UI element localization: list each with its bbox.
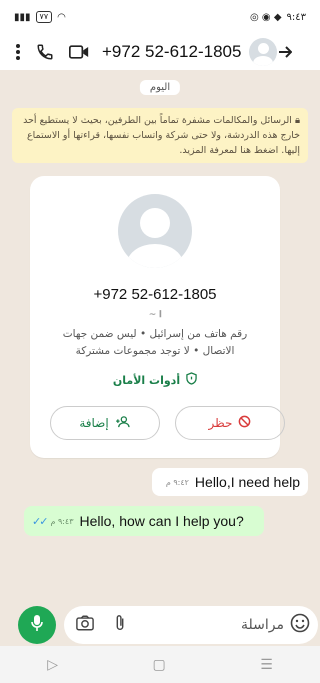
encryption-notice-text: الرسائل والمكالمات مشفرة تماماً بين الطر…	[23, 115, 300, 156]
status-right: ◎ ◉ ◆ ٩:٤٣	[250, 12, 306, 23]
contact-phone-title[interactable]: +972 52-612-1805	[102, 42, 241, 62]
notification-icons: ◎ ◉ ◆	[250, 11, 282, 23]
encryption-notice[interactable]: 🔒︎ الرسائل والمكالمات مشفرة تماماً بين ا…	[12, 108, 308, 163]
double-check-icon: ✓✓	[32, 514, 49, 528]
contact-info: رقم هاتف من إسرائيل • ليس ضمن جهات الاتص…	[62, 328, 248, 357]
message-input[interactable]: مراسلة	[126, 617, 284, 633]
block-icon	[238, 415, 251, 431]
video-icon[interactable]	[62, 44, 96, 60]
contact-number: +972 52-612-1805	[93, 286, 217, 303]
avatar-body	[253, 56, 274, 66]
add-person-icon	[115, 415, 131, 431]
system-nav-bar: ▷ ▢ ☰	[0, 646, 320, 683]
more-vert-icon[interactable]	[8, 44, 28, 60]
safety-tools-label: أدوات الأمان	[112, 373, 181, 387]
shield-icon	[186, 372, 197, 388]
chat-area[interactable]: اليوم 🔒︎ الرسائل والمكالمات مشفرة تماماً…	[0, 70, 320, 600]
nav-recents-icon[interactable]: ☰	[260, 657, 273, 673]
nav-back-icon[interactable]: ▷	[47, 657, 58, 673]
signal-icon: ▮▮▮	[14, 11, 31, 23]
attach-icon[interactable]	[114, 614, 126, 636]
add-label: إضافة	[79, 416, 109, 430]
message-input-box[interactable]: مراسلة	[64, 606, 318, 644]
avatar-head	[257, 43, 269, 54]
message-incoming[interactable]: ٩:٤٢ م Hello,I need help	[152, 468, 308, 496]
back-arrow-icon[interactable]	[277, 45, 293, 59]
avatar-head	[140, 208, 170, 238]
status-bar: ▮▮▮ ٧٧ ◠ ◎ ◉ ◆ ٩:٤٣	[0, 0, 320, 34]
chat-header: +972 52-612-1805	[0, 34, 320, 70]
contact-info-card: +972 52-612-1805 ~ 𝄂 رقم هاتف من إسرائيل…	[30, 176, 285, 458]
status-time: ٩:٤٣	[286, 11, 306, 23]
contact-avatar[interactable]	[249, 38, 278, 66]
message-composer: مراسلة	[0, 600, 320, 646]
status-left: ▮▮▮ ٧٧ ◠	[14, 11, 66, 23]
mic-button[interactable]	[18, 606, 56, 644]
message-time: ٩:٤٢ م	[165, 477, 189, 487]
add-contact-button[interactable]: إضافة	[50, 406, 160, 440]
lock-icon: 🔒︎	[294, 115, 300, 126]
message-outgoing[interactable]: ✓✓ ٩:٤٣ م Hello, how can I help you?	[24, 506, 264, 536]
wifi-icon: ◠	[57, 11, 66, 23]
camera-icon[interactable]	[76, 615, 94, 635]
avatar-body	[127, 244, 183, 268]
contact-avatar-large	[118, 194, 192, 268]
phone-icon[interactable]	[28, 43, 62, 61]
block-label: حظر	[208, 416, 233, 430]
message-text: Hello, how can I help you?	[79, 513, 244, 529]
safety-tools-link[interactable]: أدوات الأمان	[30, 372, 280, 388]
day-separator: اليوم	[139, 80, 181, 95]
message-text: Hello,I need help	[194, 474, 300, 490]
nav-home-icon[interactable]: ▢	[152, 657, 165, 673]
battery-indicator: ٧٧	[35, 11, 53, 23]
emoji-icon[interactable]	[290, 613, 310, 637]
message-time: ٩:٤٣ م	[50, 516, 74, 526]
contact-name: ~ 𝄂	[148, 310, 162, 320]
mic-icon	[31, 614, 43, 636]
block-button[interactable]: حظر	[175, 406, 285, 440]
